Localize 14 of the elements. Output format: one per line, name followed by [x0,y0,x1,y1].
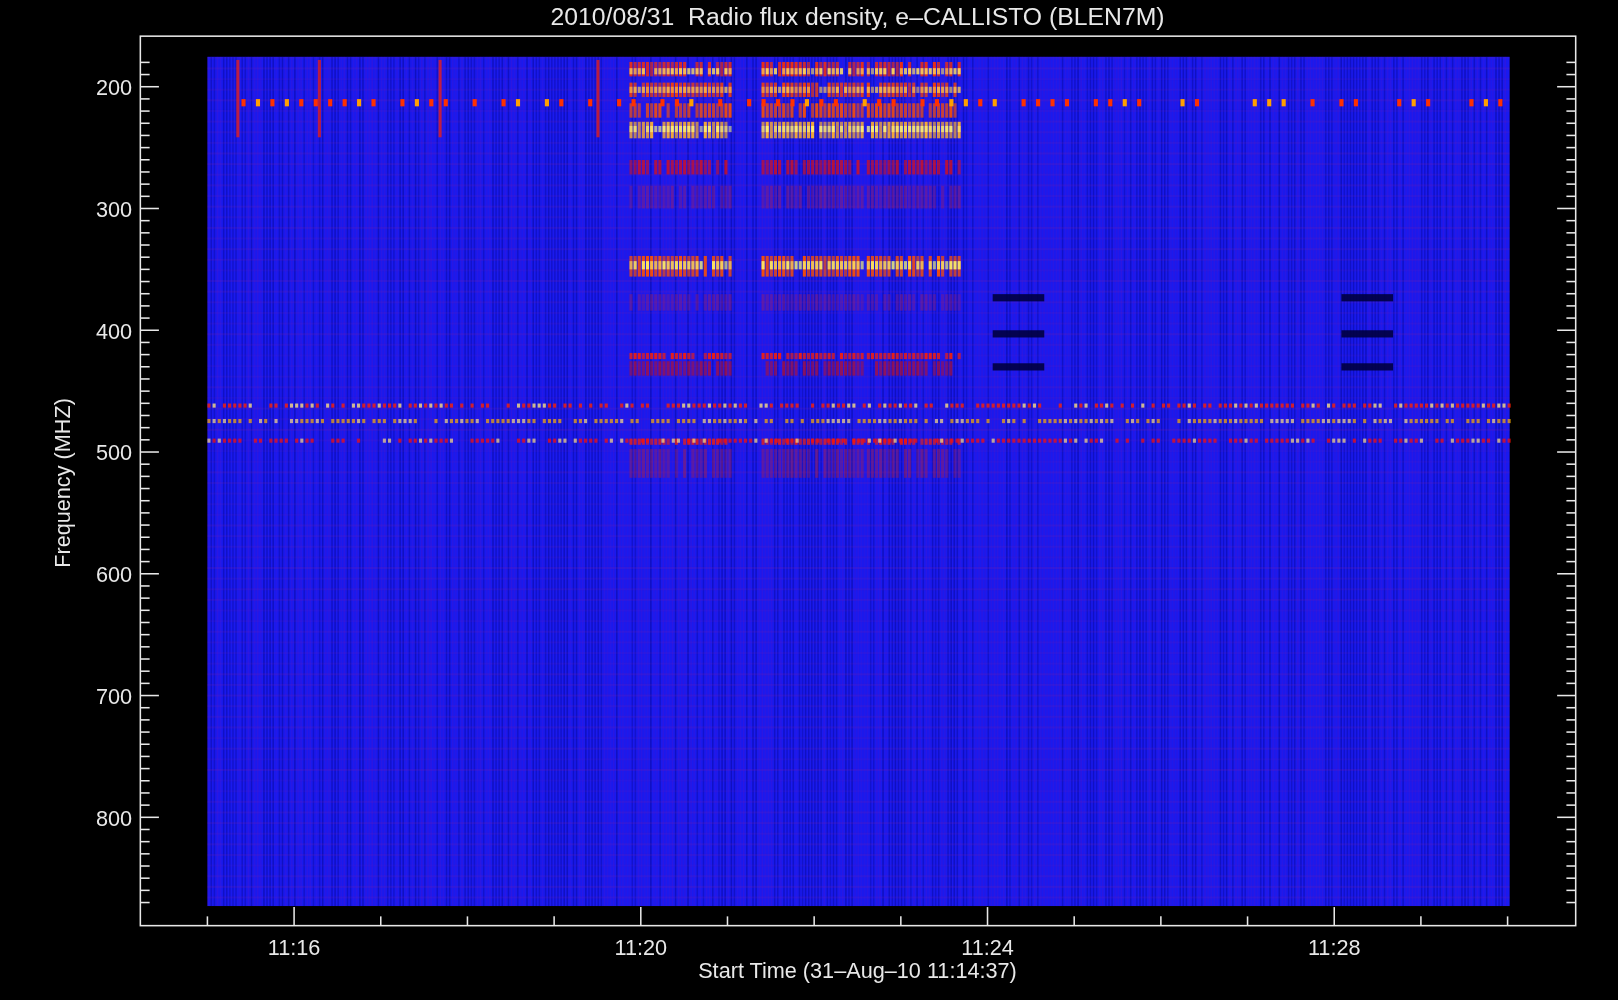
tick-label: 300 [95,196,133,222]
tick-label: 11:24 [961,934,1014,960]
axis-label: Start Time (31–Aug–10 11:14:37) [698,958,1017,984]
axis-label: Frequency (MHZ) [50,398,76,568]
tick-label: 400 [95,318,133,344]
tick-label: 500 [95,440,133,466]
plot-title: 2010/08/31 Radio flux density, e–CALLISTO (BLEN7M) [550,2,1165,30]
tick-label: 800 [95,805,133,831]
tick-label: 11:16 [267,934,321,960]
tick-label: 11:28 [1307,934,1361,960]
tick-label: 700 [95,683,133,709]
tick-label: 600 [95,562,133,588]
tick-label: 11:20 [614,934,668,960]
tick-label: 200 [95,75,133,100]
